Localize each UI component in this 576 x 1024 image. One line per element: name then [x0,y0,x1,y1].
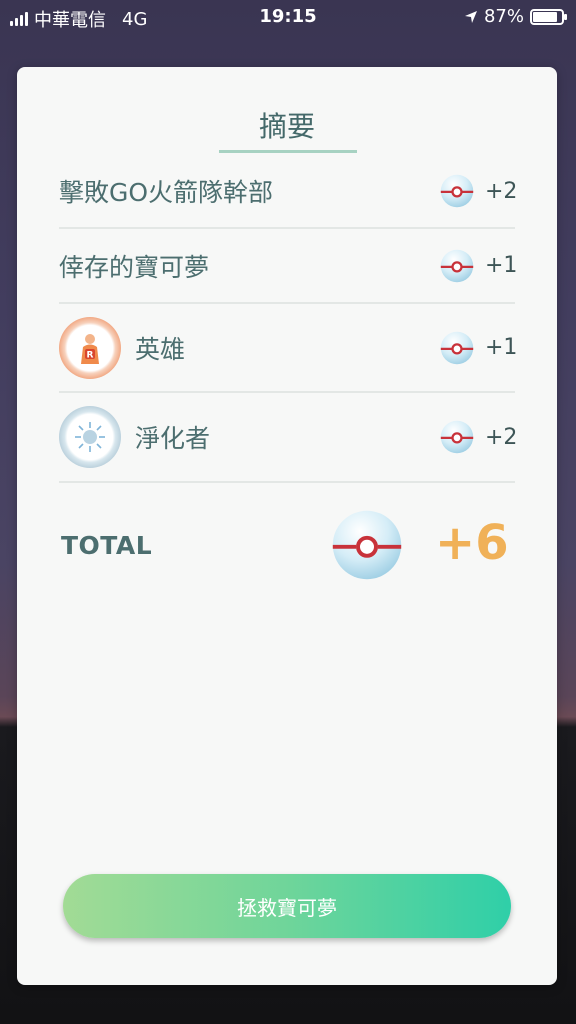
poke-ball-icon [440,331,474,364]
row-label: 淨化者 [135,424,211,453]
poke-ball-icon [440,174,474,208]
title-underline [219,150,357,153]
row-reward: +2 [439,419,518,455]
battery-percent: 87% [483,6,524,27]
rocket-grunt-icon: R [81,333,99,364]
reward-count: +2 [485,424,518,450]
row-label: 倖存的寶可夢 [59,252,210,282]
reward-count: +2 [485,178,518,204]
total-label: TOTAL [61,531,153,560]
purifier-medal-icon [59,406,121,468]
row-reward: +1 [439,330,518,366]
status-right: 87% [464,6,567,27]
battery-fill [533,11,558,22]
purify-sparkle-icon [75,422,105,452]
rescue-pokemon-button[interactable]: 拯救寶可夢 [63,874,511,938]
summary-title: 摘要 [258,110,315,143]
row-reward: +2 [439,173,518,209]
reward-row-defeat-leader: 擊敗GO火箭隊幹部 +2 [59,155,518,229]
location-arrow-icon [464,10,477,23]
row-label: 擊敗GO火箭隊幹部 [59,178,274,207]
poke-ball-icon [440,420,474,454]
reward-count: +1 [485,335,518,360]
poke-ball-icon [440,249,474,282]
svg-text:R: R [87,350,94,360]
premier-ball-icon [332,510,402,580]
reward-row-purifier: 淨化者 +2 [59,393,518,483]
row-label: 英雄 [135,334,186,364]
reward-row-hero: R 英雄 +1 [59,304,518,393]
total-count: +6 [435,515,509,571]
battery-icon [530,8,567,25]
hero-medal-icon: R [59,316,121,379]
row-reward: +1 [439,248,518,284]
reward-count: +1 [485,253,518,278]
status-bar: 中華電信 4G 19:15 87% [0,0,576,36]
summary-card: 摘要 擊敗GO火箭隊幹部 +2 倖存的寶可夢 +1 R 英雄 +1 淨化者 +2… [17,67,557,985]
reward-row-survived: 倖存的寶可夢 +1 [59,229,518,304]
